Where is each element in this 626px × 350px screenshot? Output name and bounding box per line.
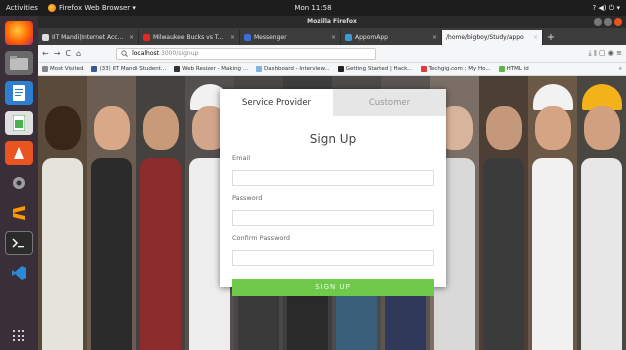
firefox-window: Mozilla Firefox IIT Mandi|Internet Acces… — [38, 16, 626, 350]
forward-button[interactable]: → — [54, 49, 61, 58]
tab-local-file[interactable]: /home/bigboy/Study/appo × — [442, 30, 543, 45]
app-menu-label: Firefox Web Browser ▾ — [58, 4, 136, 12]
hackerrank-icon — [337, 66, 344, 72]
bookmark-techgig[interactable]: Techgig.com : My Ho... — [420, 66, 491, 72]
back-button[interactable]: ← — [42, 49, 49, 58]
tab-messenger[interactable]: Messenger × — [240, 30, 341, 45]
tab-close-icon[interactable]: × — [230, 34, 235, 41]
reload-button[interactable]: C — [65, 49, 71, 58]
react-icon — [345, 34, 352, 41]
signup-form: Email Password Confirm Password SIGN UP — [220, 154, 446, 296]
tab-favicon — [143, 34, 150, 41]
terminal-launcher-icon[interactable] — [5, 231, 33, 255]
url-host: localhost — [132, 50, 160, 57]
window-titlebar: Mozilla Firefox — [38, 16, 626, 28]
tab-close-icon[interactable]: × — [129, 34, 134, 41]
bookmark-dashboard-interview[interactable]: Dashboard - Interview... — [256, 66, 330, 72]
bookmark-label: Getting Started | Hack... — [345, 66, 413, 72]
show-applications-icon[interactable] — [13, 330, 25, 342]
email-field[interactable] — [232, 170, 434, 186]
files-launcher-icon[interactable] — [5, 51, 33, 75]
tab-favicon — [42, 34, 49, 41]
password-label: Password — [232, 194, 263, 202]
bookmark-label: HTML id — [506, 66, 529, 72]
bookmarks-overflow-button[interactable]: » — [619, 66, 622, 72]
launcher-dock — [0, 16, 38, 350]
url-bar[interactable]: localhost:3000/signup — [116, 47, 377, 60]
signup-role-tabs: Service Provider Customer — [220, 89, 446, 116]
tab-strip: IIT Mandi|Internet Access × Milwaukee Bu… — [38, 28, 626, 45]
home-button[interactable]: ⌂ — [76, 49, 81, 58]
bookmark-label: (33) IIT Mandi Student... — [99, 66, 167, 72]
bookmark-html-id[interactable]: HTML id — [498, 66, 529, 72]
tab-close-icon[interactable]: × — [432, 34, 437, 41]
system-top-bar: Activities Firefox Web Browser ▾ Mon 11:… — [0, 0, 626, 16]
firefox-launcher-icon[interactable] — [5, 21, 33, 45]
maximize-icon[interactable] — [604, 18, 612, 26]
new-tab-button[interactable]: + — [543, 30, 559, 45]
confirm-password-label: Confirm Password — [232, 234, 291, 242]
tab-label: Milwaukee Bucks vs Toro — [153, 34, 227, 41]
minimize-icon[interactable] — [594, 18, 602, 26]
url-path: :3000/signup — [159, 50, 199, 57]
tab-service-provider[interactable]: Service Provider — [220, 89, 333, 116]
app-menu[interactable]: Firefox Web Browser ▾ — [47, 4, 136, 12]
settings-launcher-icon[interactable] — [5, 171, 33, 195]
close-window-icon[interactable] — [614, 18, 622, 26]
resizer-icon — [174, 66, 181, 72]
bookmark-label: Dashboard - Interview... — [264, 66, 330, 72]
gear-icon — [42, 66, 48, 72]
system-tray[interactable]: ? ◀) ⏻ ▾ — [592, 0, 620, 16]
bookmark-label: Techgig.com : My Ho... — [428, 66, 491, 72]
window-title: Mozilla Firefox — [307, 18, 357, 25]
signup-card: Service Provider Customer Sign Up Email … — [220, 89, 446, 296]
bookmark-most-visited[interactable]: Most Visited — [42, 66, 83, 72]
techgig-icon — [420, 66, 427, 72]
bookmark-label: Web Resizer - Making ... — [182, 66, 249, 72]
window-controls — [594, 18, 622, 26]
facebook-icon — [91, 66, 98, 72]
bookmarks-toolbar: Most Visited (33) IIT Mandi Student... W… — [38, 63, 626, 76]
password-field[interactable] — [232, 210, 434, 226]
email-label: Email — [232, 154, 251, 162]
bookmark-web-resizer[interactable]: Web Resizer - Making ... — [174, 66, 248, 72]
tab-bucks[interactable]: Milwaukee Bucks vs Toro × — [139, 30, 240, 45]
writer-launcher-icon[interactable] — [5, 81, 33, 105]
bookmark-getting-started-hack[interactable]: Getting Started | Hack... — [337, 66, 413, 72]
calc-launcher-icon[interactable] — [5, 111, 33, 135]
signup-button[interactable]: SIGN UP — [232, 278, 434, 296]
search-icon — [121, 50, 129, 57]
tab-iit-mandi[interactable]: IIT Mandi|Internet Access × — [38, 30, 139, 45]
tab-appomapp[interactable]: AppomApp × — [341, 30, 442, 45]
tab-customer[interactable]: Customer — [333, 89, 446, 116]
navigation-toolbar: ← → C ⌂ localhost:3000/signup ⤓ ⫴ ▢ ◉ ≡ — [38, 45, 626, 63]
tab-label: /home/bigboy/Study/appo — [446, 34, 524, 41]
page-content: Service Provider Customer Sign Up Email … — [38, 76, 626, 350]
bookmark-label: Most Visited — [50, 66, 84, 72]
tab-close-icon[interactable]: × — [331, 34, 336, 41]
facebook-icon — [244, 34, 251, 41]
toolbar-right-icons[interactable]: ⤓ ⫴ ▢ ◉ ≡ — [588, 49, 622, 58]
software-center-icon[interactable] — [5, 141, 33, 165]
confirm-password-field[interactable] — [232, 250, 434, 266]
tab-label: IIT Mandi|Internet Access — [52, 34, 126, 41]
tab-label: AppomApp — [355, 34, 388, 41]
activities-button[interactable]: Activities — [6, 4, 38, 12]
vscode-launcher-icon[interactable] — [5, 261, 33, 285]
bookmark-iit-mandi-student[interactable]: (33) IIT Mandi Student... — [91, 66, 166, 72]
tab-close-icon[interactable]: × — [533, 34, 538, 41]
firefox-icon — [47, 4, 56, 12]
tab-label: Messenger — [254, 34, 287, 41]
signup-title: Sign Up — [309, 132, 357, 146]
html-icon — [498, 66, 505, 72]
sublime-launcher-icon[interactable] — [5, 201, 33, 225]
dashboard-icon — [256, 66, 263, 72]
